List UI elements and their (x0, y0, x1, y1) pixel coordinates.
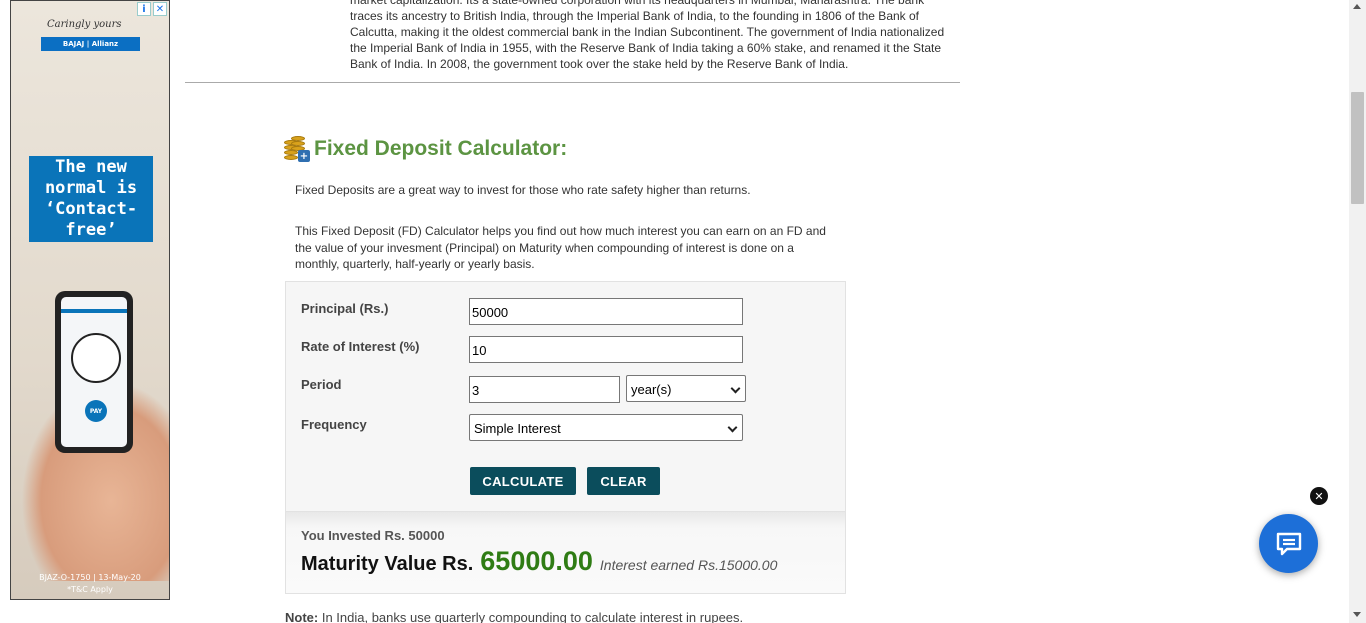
ad-info-icon[interactable]: i (137, 2, 151, 16)
principal-label: Principal (Rs.) (301, 301, 389, 316)
maturity-value: 65000.00 (480, 546, 593, 576)
calculator-heading: + Fixed Deposit Calculator: (284, 136, 567, 162)
maturity-label: Maturity Value Rs. (301, 553, 474, 575)
note-body: In India, banks use quarterly compoundin… (318, 610, 744, 623)
clear-button[interactable]: CLEAR (587, 467, 660, 495)
section-divider (185, 82, 960, 83)
maturity-summary: Maturity Value Rs. 65000.00 Interest ear… (301, 546, 777, 577)
ad-phone-bar (61, 309, 127, 313)
period-unit-value: year(s) (631, 382, 672, 397)
frequency-value: Simple Interest (474, 421, 561, 436)
article-paragraph: market capitalization. Its a state-owned… (350, 0, 945, 71)
chevron-down-icon (727, 422, 738, 433)
interest-earned: Interest earned Rs.15000.00 (599, 557, 778, 573)
coins-icon: + (284, 136, 310, 162)
chat-button[interactable] (1259, 514, 1318, 573)
period-unit-select[interactable]: year(s) (626, 375, 746, 402)
principal-input[interactable]: 50000 (469, 298, 743, 325)
chevron-down-icon (730, 383, 741, 394)
ad-pay-button: PAY (85, 400, 107, 422)
chat-close-icon[interactable]: ✕ (1310, 487, 1328, 505)
ad-footer-apply: *T&C Apply (67, 585, 113, 594)
ad-close-icon[interactable]: ✕ (153, 2, 167, 16)
page-title: Fixed Deposit Calculator: (314, 137, 568, 160)
frequency-label: Frequency (301, 417, 367, 432)
scroll-up-icon[interactable] (1353, 4, 1361, 9)
calculate-button[interactable]: CALCULATE (470, 467, 576, 495)
chat-message-icon (1276, 532, 1301, 555)
ad-brand-logo: BAJAJ | Allianz (41, 37, 140, 51)
rate-input[interactable]: 10 (469, 336, 743, 363)
ad-phone-image: PAY (55, 291, 133, 453)
calculator-description: This Fixed Deposit (FD) Calculator helps… (295, 224, 826, 271)
page-scrollbar[interactable] (1349, 0, 1366, 623)
ad-footer: BJAZ-O-1750 | 13-May-20 *T&C Apply (11, 572, 169, 596)
calculator-intro: Fixed Deposits are a great way to invest… (295, 183, 751, 197)
ad-badge[interactable]: i ✕ (137, 2, 167, 16)
ad-tagline: Caringly yours (47, 19, 122, 30)
ad-banner[interactable]: i ✕ Caringly yours BAJAJ | Allianz The n… (10, 0, 170, 600)
period-label: Period (301, 377, 342, 392)
frequency-select[interactable]: Simple Interest (469, 414, 743, 441)
ad-payment-icon (71, 333, 121, 383)
scroll-down-icon[interactable] (1353, 612, 1361, 617)
note-label: Note: (285, 610, 319, 623)
invested-amount: You Invested Rs. 50000 (301, 528, 445, 543)
rate-label: Rate of Interest (%) (301, 339, 420, 354)
note-text: Note: In India, banks use quarterly comp… (285, 610, 743, 623)
period-input[interactable]: 3 (469, 376, 620, 403)
ad-headline: The new normal is ‘Contact-free’ (29, 156, 153, 242)
ad-phone-screen: PAY (61, 297, 127, 447)
ad-footer-code: BJAZ-O-1750 | 13-May-20 (39, 573, 141, 582)
scroll-thumb[interactable] (1351, 92, 1364, 204)
